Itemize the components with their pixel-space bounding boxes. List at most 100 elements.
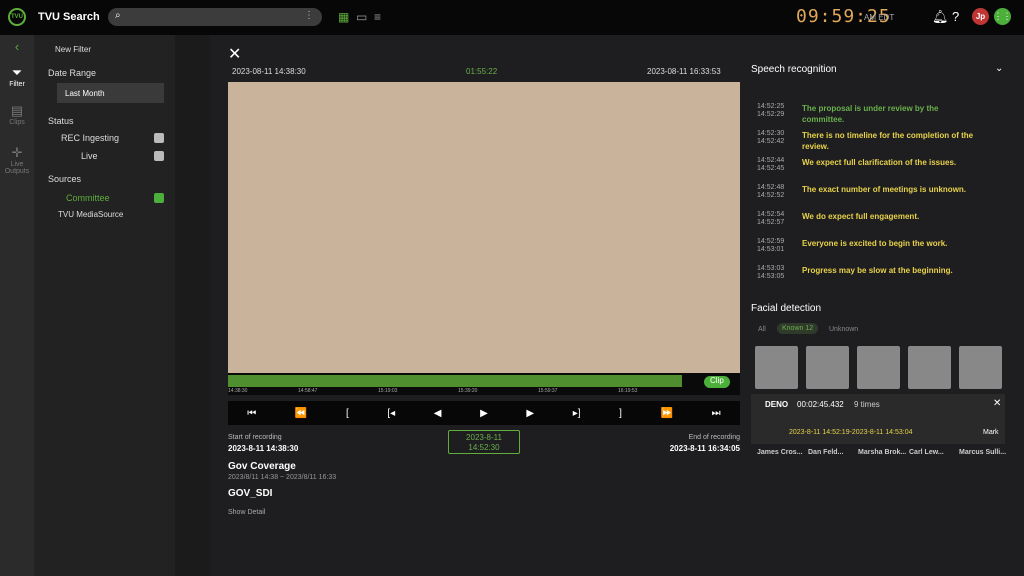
app-title: TVU Search — [38, 11, 100, 23]
results-thumbnails — [175, 35, 210, 576]
speech-line[interactable]: The proposal is under review by the comm… — [802, 103, 982, 125]
source-tvu-mediasource[interactable]: TVU MediaSource — [58, 210, 123, 219]
search-input[interactable]: ⌕ ⋮ — [108, 8, 322, 26]
face-popup: DENO 00:02:45.432 9 times ✕ 2023-8-11 14… — [751, 394, 1005, 444]
top-bar: TVU TVU Search ⌕ ⋮ ▦ ▭ ≡ 09:59:25 AM EDT… — [0, 0, 1024, 35]
tab-all[interactable]: All — [758, 326, 766, 333]
step-forward-icon[interactable]: ▶︎ — [526, 408, 534, 419]
rail-clips[interactable]: ▤ Clips — [0, 103, 34, 126]
skip-end-icon[interactable]: ⏭ — [712, 408, 721, 419]
face-name: Carl Lew... — [909, 449, 944, 456]
face-thumbnail[interactable] — [857, 346, 900, 389]
close-icon[interactable]: ✕ — [228, 44, 241, 64]
rec-ingesting-checkbox[interactable] — [154, 133, 164, 143]
face-thumbnail[interactable] — [908, 346, 951, 389]
timeline[interactable]: 14:38:30 14:58:47 15:19:03 15:39:20 15:5… — [228, 373, 740, 395]
fast-forward-icon[interactable]: ⏩ — [661, 408, 673, 419]
apps-grid-icon[interactable]: ⋮⋮ — [994, 8, 1012, 25]
play-icon[interactable]: ▶ — [480, 408, 488, 419]
speech-timestamp: 14:52:54 14:52:57 — [757, 211, 785, 226]
face-name: Dan Feld... — [808, 449, 844, 456]
end-value: 2023-8-11 16:34:05 — [669, 444, 740, 453]
timeline-bar[interactable] — [228, 375, 682, 387]
live-outputs-icon: ✛ — [11, 145, 23, 160]
skip-start-icon[interactable]: ⏮ — [247, 408, 256, 419]
video-player[interactable] — [228, 82, 740, 373]
clips-icon: ▤ — [10, 103, 24, 118]
tab-known[interactable]: Known 12 — [777, 323, 819, 334]
tab-unknown[interactable]: Unknown — [829, 326, 858, 333]
list-view-icon[interactable]: ≡ — [374, 10, 381, 24]
go-to-in-icon[interactable]: [◂ — [387, 408, 395, 419]
rewind-icon[interactable]: ⏪ — [295, 408, 307, 419]
filter-panel: New Filter Date Range Last Month Status … — [34, 35, 175, 576]
timeline-tick: 15:19:03 — [378, 388, 398, 394]
speech-line[interactable]: We do expect full engagement. — [802, 211, 982, 222]
monitor-icon[interactable]: ▭ — [356, 10, 367, 24]
step-back-icon[interactable]: ◀︎ — [434, 408, 442, 419]
timeline-tick: 15:59:37 — [538, 388, 558, 394]
speech-title: Speech recognition — [751, 64, 837, 75]
playback-controls: ⏮ ⏪ [ [◂ ◀︎ ▶ ▶︎ ▸] ] ⏩ ⏭ — [228, 401, 740, 425]
mark-out-icon[interactable]: ] — [619, 408, 622, 419]
timeline-tick: 14:38:30 — [228, 388, 248, 394]
help-icon[interactable]: ? — [952, 9, 959, 24]
grid-view-icon[interactable]: ▦ — [338, 10, 349, 24]
rail-filter[interactable]: ⏷ Filter — [0, 65, 34, 88]
user-avatar[interactable]: Jp — [972, 8, 989, 25]
end-bracket: 2023-08-11 16:33:53 — [647, 67, 721, 76]
face-name: Marcus Sulli... — [959, 449, 1007, 456]
clip-source: GOV_SDI — [228, 488, 273, 499]
start-value: 2023-8-11 14:38:30 — [228, 444, 299, 453]
side-rail: ‹ ⏷ Filter ▤ Clips ✛ Live Outputs — [0, 35, 34, 576]
collapse-chevron-icon[interactable]: ‹ — [0, 39, 34, 54]
timeline-tick: 15:39:20 — [458, 388, 478, 394]
duration: 01:55:22 — [466, 67, 498, 76]
close-popup-icon[interactable]: ✕ — [993, 398, 1001, 409]
speech-collapse-icon[interactable]: ⌄ — [995, 63, 1003, 74]
speech-timestamp: 14:52:48 14:52:52 — [757, 184, 785, 199]
live-checkbox[interactable] — [154, 151, 164, 161]
mark-in-icon[interactable]: [ — [346, 408, 349, 419]
current-timestamp: 2023-8-11 14:52:30 — [448, 430, 520, 454]
start-label: Start of recording — [228, 434, 282, 441]
date-range-select[interactable]: Last Month — [57, 83, 164, 103]
speech-timestamp: 14:52:59 14:53:01 — [757, 238, 785, 253]
go-to-out-icon[interactable]: ▸] — [573, 408, 581, 419]
app-logo: TVU — [8, 8, 26, 26]
more-options-icon[interactable]: ⋮ — [304, 10, 314, 21]
face-thumbnail[interactable] — [755, 346, 798, 389]
show-detail-link[interactable]: Show Detail — [228, 509, 265, 516]
status-header[interactable]: Status — [48, 116, 74, 126]
rail-live-outputs[interactable]: ✛ Live Outputs — [0, 145, 34, 175]
face-name: Marsha Brok... — [858, 449, 907, 456]
speech-line[interactable]: Everyone is excited to begin the work. — [802, 238, 982, 249]
committee-checkbox[interactable] — [154, 193, 164, 203]
face-thumbnail[interactable] — [806, 346, 849, 389]
search-icon: ⌕ — [115, 10, 121, 21]
speech-line[interactable]: We expect full clarification of the issu… — [802, 157, 982, 168]
source-committee[interactable]: Committee — [66, 193, 110, 203]
notification-bell-icon[interactable]: 🔔︎ — [932, 9, 949, 25]
clip-button[interactable]: Clip — [704, 376, 730, 388]
filter-icon: ⏷ — [11, 65, 23, 80]
sources-header[interactable]: Sources — [48, 174, 81, 184]
speech-timestamp: 14:53:03 14:53:05 — [757, 265, 785, 280]
speech-timestamp: 14:52:25 14:52:29 — [757, 103, 785, 118]
speech-line[interactable]: Progress may be slow at the beginning. — [802, 265, 982, 276]
speech-timestamp: 14:52:44 14:52:45 — [757, 157, 785, 172]
clip-title: Gov Coverage — [228, 461, 296, 472]
timeline-tick: 16:19:53 — [618, 388, 638, 394]
clock-ampm: AM EDT — [864, 13, 895, 22]
face-thumbnail[interactable] — [959, 346, 1002, 389]
speech-timestamp: 14:52:30 14:52:42 — [757, 130, 785, 145]
filter-preset[interactable]: New Filter — [55, 45, 91, 54]
date-range-header[interactable]: Date Range — [48, 68, 96, 78]
start-bracket: 2023-08-11 14:38:30 — [232, 67, 306, 76]
end-label: End of recording — [688, 434, 740, 441]
speech-line[interactable]: There is no timeline for the completion … — [802, 130, 982, 152]
status-live: Live — [81, 151, 98, 161]
clip-range: 2023/8/11 14:38 ~ 2023/8/11 16:33 — [228, 474, 337, 481]
face-name: James Cros... — [757, 449, 803, 456]
speech-line[interactable]: The exact number of meetings is unknown. — [802, 184, 982, 195]
